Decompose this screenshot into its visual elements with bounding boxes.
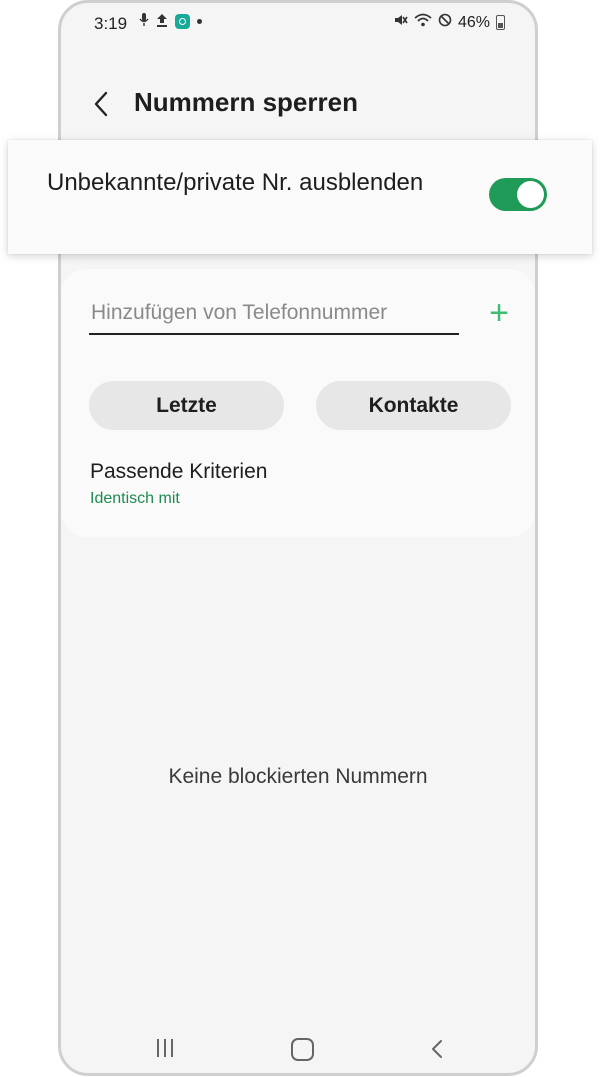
chevron-left-icon[interactable] — [91, 91, 113, 117]
battery-percent: 46% — [457, 13, 490, 31]
add-number-button[interactable]: + — [484, 296, 514, 330]
header: Nummern sperren — [61, 81, 535, 127]
wifi-icon — [414, 13, 432, 32]
status-bar: 3:19 46% — [61, 11, 535, 39]
upload-icon — [156, 13, 168, 30]
contacts-button[interactable]: Kontakte — [316, 381, 511, 430]
status-right-icons: 46% — [394, 13, 505, 32]
recent-apps-icon[interactable] — [157, 1039, 173, 1057]
hide-unknown-numbers-label: Unbekannte/private Nr. ausblenden — [47, 169, 424, 196]
back-icon[interactable] — [429, 1037, 445, 1061]
toggle-knob — [517, 181, 544, 208]
microphone-icon — [139, 13, 149, 30]
mute-icon — [394, 13, 408, 32]
matching-criteria-value: Identisch mit — [90, 490, 180, 507]
page-title: Nummern sperren — [134, 87, 358, 117]
dot-icon — [197, 19, 202, 24]
navigation-bar — [61, 1033, 535, 1067]
hide-unknown-numbers-toggle[interactable] — [489, 178, 547, 211]
home-icon[interactable] — [291, 1038, 314, 1061]
status-left-icons — [139, 13, 202, 30]
matching-criteria-label[interactable]: Passende Kriterien — [90, 460, 267, 484]
status-time: 3:19 — [94, 14, 128, 33]
phone-number-input[interactable] — [89, 293, 459, 335]
hide-unknown-numbers-card[interactable]: Unbekannte/private Nr. ausblenden — [8, 140, 592, 254]
do-not-disturb-icon — [438, 13, 452, 32]
recent-button[interactable]: Letzte — [89, 381, 284, 430]
battery-icon — [496, 15, 505, 30]
empty-state-message: Keine blockierten Nummern — [168, 765, 428, 788]
add-number-card: + Letzte Kontakte Passende Kriterien Ide… — [61, 269, 535, 537]
app-notification-icon — [175, 14, 190, 29]
